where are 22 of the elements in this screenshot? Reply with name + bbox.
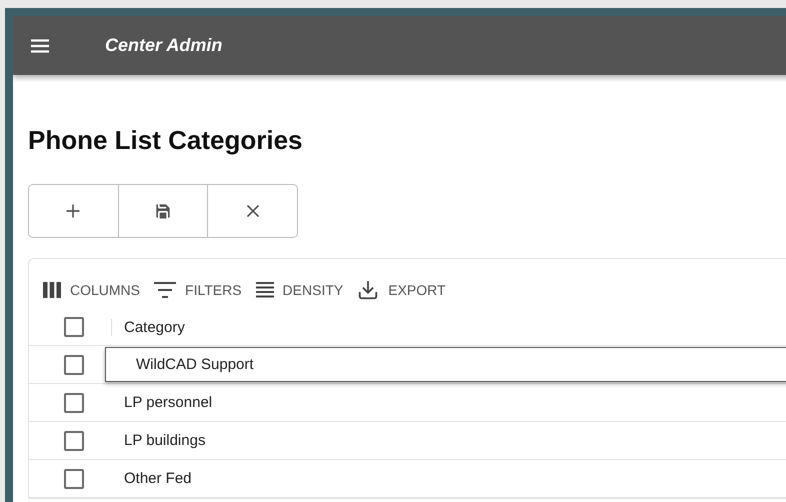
download-icon: [357, 279, 380, 301]
select-all-checkbox[interactable]: [64, 317, 84, 337]
table-cell: LP personnel: [124, 394, 212, 411]
columns-toolbar-button[interactable]: COLUMNS: [43, 282, 140, 298]
filters-toolbar-button[interactable]: FILTERS: [154, 282, 242, 298]
menu-icon[interactable]: [31, 38, 49, 52]
app-title: Center Admin: [105, 35, 222, 56]
table-cell: Other Fed: [124, 470, 192, 487]
cell-edit-field[interactable]: WildCAD Support: [105, 347, 786, 382]
export-toolbar-button[interactable]: EXPORT: [357, 279, 446, 301]
page-title: Phone List Categories: [28, 125, 304, 156]
save-icon: [153, 201, 173, 221]
row-checkbox[interactable]: [64, 354, 84, 374]
row-checkbox[interactable]: [64, 468, 84, 488]
filter-icon: [154, 282, 176, 298]
columns-icon: [43, 282, 61, 298]
table-cell: LP buildings: [124, 432, 206, 449]
row-checkbox[interactable]: [64, 430, 84, 450]
row-checkbox[interactable]: [64, 392, 84, 412]
density-icon: [256, 282, 274, 298]
density-toolbar-button[interactable]: DENSITY: [256, 282, 344, 298]
column-header[interactable]: Category: [111, 318, 185, 336]
